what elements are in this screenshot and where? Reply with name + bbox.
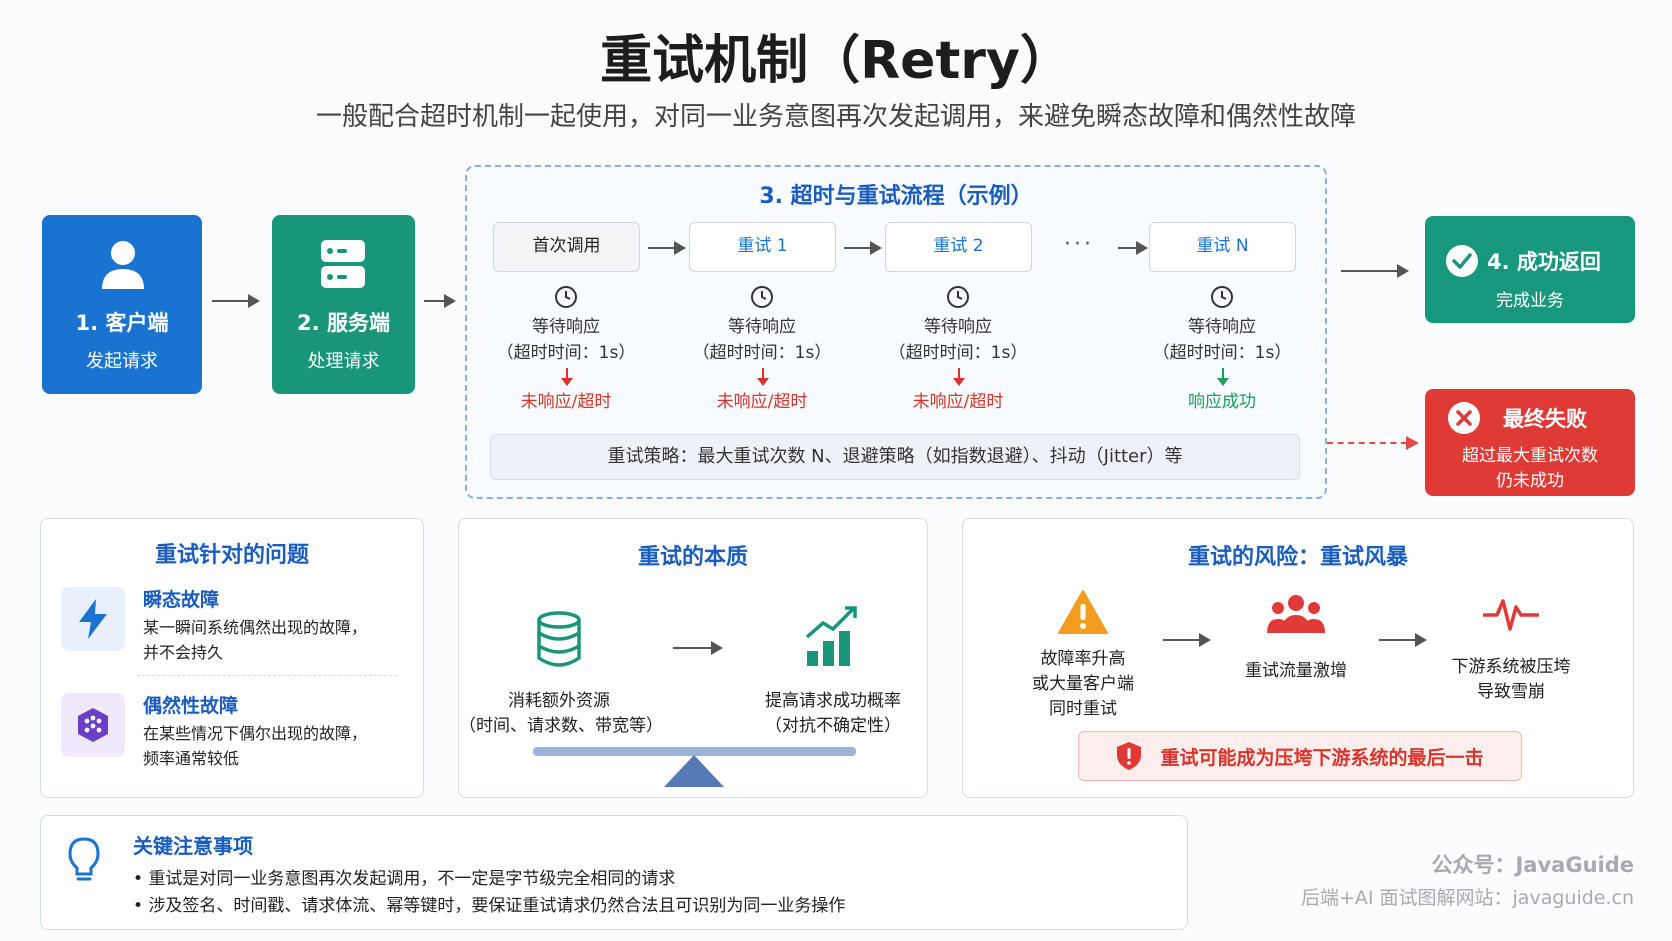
risk-step0-line1: 故障率升高 <box>1040 649 1126 669</box>
step-arrow-1 <box>648 241 686 255</box>
server-subtitle: 处理请求 <box>307 351 380 372</box>
problem-head-0: 瞬态故障 <box>143 589 220 611</box>
step-result-1: 未响应/超时 <box>716 392 808 412</box>
note-item-0: • 重试是对同一业务意图再次发起调用，不一定是字节级完全相同的请求 <box>133 869 676 889</box>
failure-box: 最终失败 超过最大重试次数 仍未成功 <box>1425 389 1635 496</box>
page-title: 重试机制（Retry） <box>600 31 1072 91</box>
retry-process-title: 3. 超时与重试流程（示例） <box>759 184 1033 209</box>
check-circle-icon <box>1446 245 1478 277</box>
client-box: 1. 客户端 发起请求 <box>42 215 202 394</box>
client-subtitle: 发起请求 <box>86 351 158 372</box>
page-subtitle: 一般配合超时机制一起使用，对同一业务意图再次发起调用，来避免瞬态故障和偶然性故障 <box>315 102 1356 132</box>
database-icon <box>537 611 581 667</box>
essence-left-line2: （时间、请求数、带宽等） <box>459 716 663 736</box>
failure-title: 最终失败 <box>1503 407 1587 431</box>
clock-icon <box>947 286 969 308</box>
risk-arrow-2 <box>1379 633 1427 647</box>
essence-title: 重试的本质 <box>637 545 748 570</box>
problem-line1-1: 在某些情况下偶尔出现的故障， <box>143 724 368 743</box>
user-icon <box>102 241 144 289</box>
success-title: 4. 成功返回 <box>1487 250 1601 274</box>
risk-banner: 重试可能成为压垮下游系统的最后一击 <box>1078 731 1522 781</box>
clock-icon <box>555 286 577 308</box>
clock-icon <box>751 286 773 308</box>
step-wait-0: 等待响应 <box>532 317 600 337</box>
step-retry-1: 重试 1 <box>689 222 836 272</box>
step-result-0: 未响应/超时 <box>520 392 612 412</box>
down-arrow-3 <box>1217 368 1229 386</box>
step-wait-2: 等待响应 <box>924 317 992 337</box>
step-arrow-2 <box>844 241 882 255</box>
arrow-client-server <box>212 294 260 308</box>
step-timeout-3: （超时时间：1s） <box>1152 343 1292 363</box>
down-arrow-1 <box>757 368 769 386</box>
lightning-icon <box>79 599 107 639</box>
client-title: 1. 客户端 <box>75 311 169 335</box>
risk-title: 重试的风险：重试风暴 <box>1187 545 1408 570</box>
problems-panel: 重试针对的问题 瞬态故障 某一瞬间系统偶然出现的故障， 并不会持久 偶然性故障 … <box>40 518 424 798</box>
step-arrow-3 <box>1118 241 1148 255</box>
occasional-icon-tile <box>61 693 125 757</box>
risk-step1-line1: 重试流量激增 <box>1245 661 1347 681</box>
note-item-0-text: 重试是对同一业务意图再次发起调用，不一定是字节级完全相同的请求 <box>148 869 676 889</box>
dice-icon <box>78 708 108 742</box>
problem-line2-1: 频率通常较低 <box>143 749 240 768</box>
step-timeout-1: （超时时间：1s） <box>692 343 832 363</box>
note-item-1-text: 涉及签名、时间戳、请求体流、幂等键时，要保证重试请求仍然合法且可识别为同一业务操… <box>148 896 846 916</box>
watermark-line-1: 公众号：JavaGuide <box>1431 853 1634 877</box>
clock-icon <box>1211 286 1233 308</box>
problems-divider <box>137 675 397 676</box>
warning-icon <box>1058 590 1108 634</box>
watermark-line-2: 后端+AI 面试图解网站：javaguide.cn <box>1300 887 1634 909</box>
step-retry-2: 重试 2 <box>885 222 1032 272</box>
problems-title: 重试针对的问题 <box>154 543 309 568</box>
essence-left-line1: 消耗额外资源 <box>508 691 610 711</box>
step-retry-n: 重试 N <box>1149 222 1296 272</box>
down-arrow-0 <box>561 368 573 386</box>
success-subtitle: 完成业务 <box>1496 291 1564 311</box>
risk-step2-line1: 下游系统被压垮 <box>1451 657 1571 677</box>
failure-line-1: 超过最大重试次数 <box>1462 446 1598 466</box>
risk-step2-line2: 导致雪崩 <box>1477 682 1545 702</box>
retry-strategy: 重试策略：最大重试次数 N、退避策略（如指数退避）、抖动（Jitter）等 <box>490 434 1300 480</box>
risk-step0-line2: 或大量客户端 <box>1032 674 1134 694</box>
risk-step0-line3: 同时重试 <box>1049 699 1117 719</box>
server-icon <box>321 240 365 288</box>
step-wait-1: 等待响应 <box>728 317 796 337</box>
essence-right-line2: （对抗不确定性） <box>765 716 901 736</box>
arrow-process-success <box>1341 264 1409 278</box>
server-title: 2. 服务端 <box>297 311 390 335</box>
growth-chart-icon <box>805 606 857 666</box>
shield-alert-icon <box>1117 742 1142 770</box>
essence-right-line1: 提高请求成功概率 <box>765 691 901 711</box>
server-box: 2. 服务端 处理请求 <box>272 215 415 394</box>
step-first-call: 首次调用 <box>493 222 640 272</box>
risk-arrow-1 <box>1163 633 1211 647</box>
down-arrow-2 <box>953 368 965 386</box>
step-result-2: 未响应/超时 <box>912 392 1004 412</box>
transient-icon-tile <box>61 587 125 651</box>
notes-panel: 关键注意事项 • 重试是对同一业务意图再次发起调用，不一定是字节级完全相同的请求… <box>40 815 1188 930</box>
failure-line-2: 仍未成功 <box>1496 471 1564 491</box>
arrow-server-process <box>424 294 456 308</box>
problem-line1-0: 某一瞬间系统偶然出现的故障， <box>143 618 368 637</box>
essence-arrow <box>673 641 723 655</box>
group-users-icon <box>1267 595 1325 633</box>
note-item-1: • 涉及签名、时间戳、请求体流、幂等键时，要保证重试请求仍然合法且可识别为同一业… <box>133 896 846 916</box>
close-circle-icon <box>1448 402 1480 434</box>
step-result-3: 响应成功 <box>1188 392 1256 412</box>
lightbulb-icon <box>68 837 100 881</box>
step-timeout-0: （超时时间：1s） <box>496 343 636 363</box>
balance-fulcrum <box>664 755 724 787</box>
step-ellipsis: ··· <box>1064 232 1094 257</box>
problem-head-1: 偶然性故障 <box>143 695 239 717</box>
risk-banner-text: 重试可能成为压垮下游系统的最后一击 <box>1160 746 1484 769</box>
problem-line2-0: 并不会持久 <box>143 643 224 662</box>
step-timeout-2: （超时时间：1s） <box>888 343 1028 363</box>
notes-title: 关键注意事项 <box>133 834 253 858</box>
step-wait-3: 等待响应 <box>1188 317 1256 337</box>
arrow-process-failure <box>1327 436 1419 450</box>
success-box: 4. 成功返回 完成业务 <box>1425 216 1635 323</box>
heartbeat-icon <box>1483 599 1539 631</box>
